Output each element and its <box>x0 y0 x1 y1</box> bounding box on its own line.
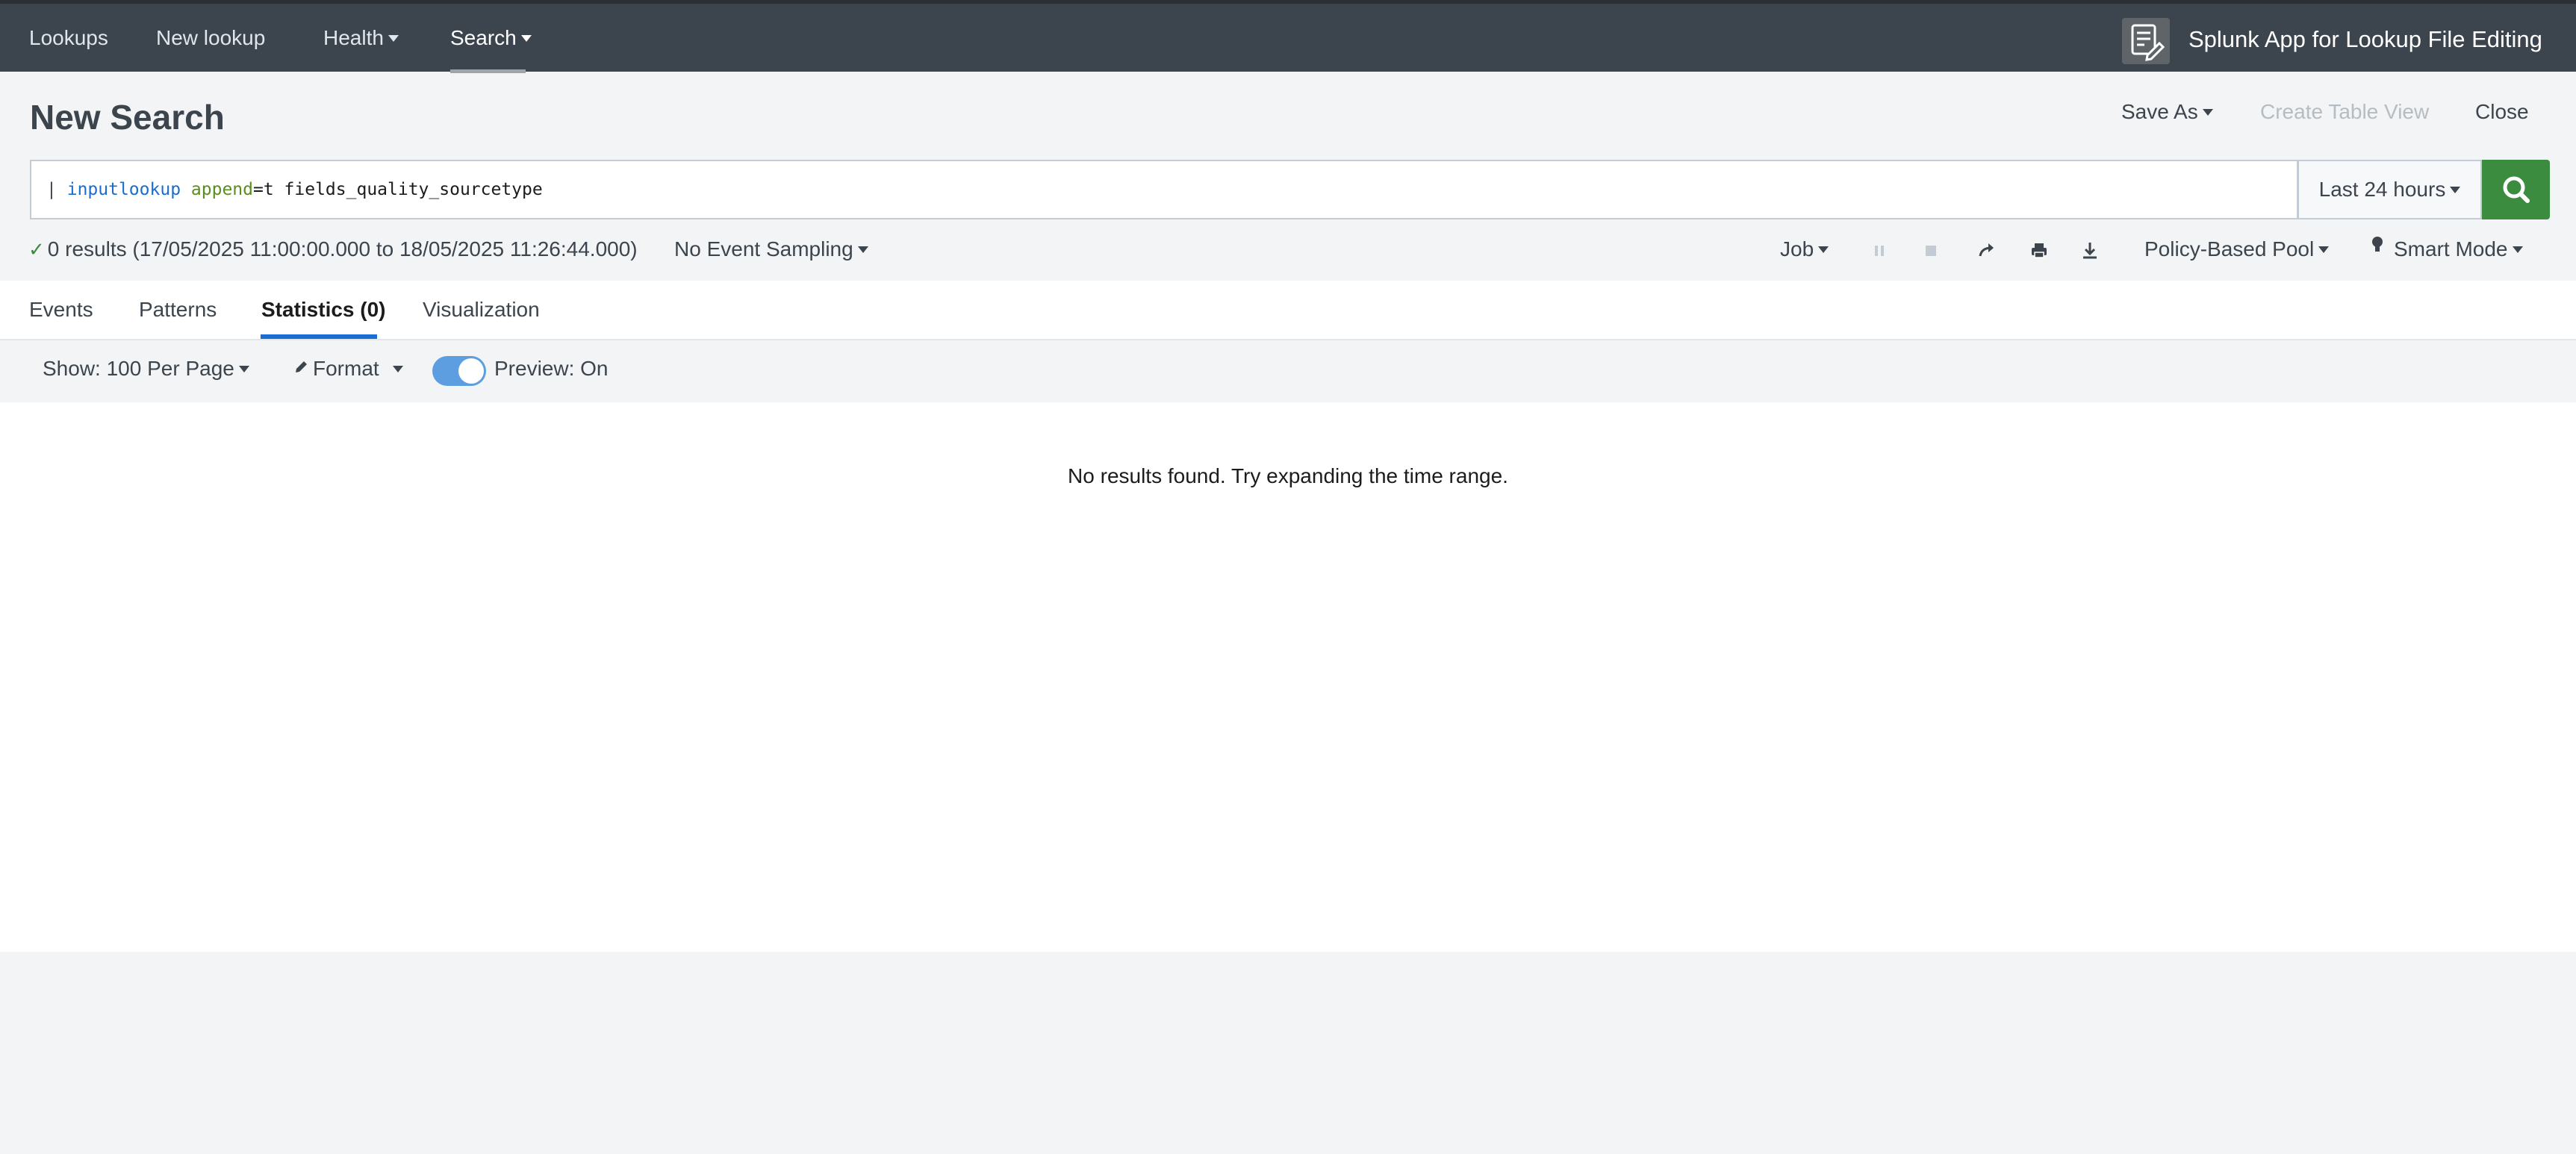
format-menu[interactable]: Format <box>293 357 403 381</box>
chevron-down-icon <box>857 246 868 253</box>
chevron-down-icon <box>392 365 403 372</box>
app-title[interactable]: Splunk App for Lookup File Editing <box>2188 4 2542 75</box>
search-arg-key: append <box>190 180 253 199</box>
save-as-label: Save As <box>2121 100 2198 123</box>
share-icon[interactable] <box>1976 239 1997 265</box>
page-title: New Search <box>30 98 225 137</box>
chevron-down-icon <box>1818 246 1829 253</box>
chevron-down-icon <box>2202 108 2213 116</box>
chevron-down-icon <box>2318 246 2330 253</box>
time-range-label: Last 24 hours <box>2318 178 2446 201</box>
toggle-knob <box>458 358 484 384</box>
search-arg-rest: =t fields_quality_sourcetype <box>253 180 543 199</box>
chevron-down-icon <box>388 34 399 42</box>
lightbulb-icon <box>2371 236 2383 261</box>
pencil-icon <box>293 356 308 380</box>
chevron-down-icon <box>520 34 532 42</box>
nav-item-label: Lookups <box>29 26 108 49</box>
tab-patterns[interactable]: Patterns <box>139 281 217 339</box>
stop-icon[interactable] <box>1922 239 1940 265</box>
format-label: Format <box>313 357 379 380</box>
preview-label: Preview: On <box>494 357 609 380</box>
active-nav-indicator <box>450 69 526 73</box>
mode-label: Smart Mode <box>2394 237 2508 261</box>
per-page-menu[interactable]: Show: 100 Per Page <box>43 357 249 381</box>
nav-item-lookups[interactable]: Lookups <box>29 4 108 72</box>
magnifier-icon <box>2503 176 2530 203</box>
print-icon[interactable] <box>2029 239 2050 265</box>
per-page-label: Show: 100 Per Page <box>43 357 234 380</box>
top-nav-bar: Lookups New lookup Health Search Splunk … <box>0 0 2576 75</box>
create-table-view-button[interactable]: Create Table View <box>2260 100 2429 124</box>
workload-pool-menu[interactable]: Policy-Based Pool <box>2144 237 2330 261</box>
preview-toggle[interactable] <box>432 356 486 386</box>
time-range-picker[interactable]: Last 24 hours <box>2297 160 2482 219</box>
results-summary-text: 0 results (17/05/2025 11:00:00.000 to 18… <box>47 237 638 261</box>
event-sampling-menu[interactable]: No Event Sampling <box>674 237 868 261</box>
job-label: Job <box>1780 237 1814 261</box>
search-button[interactable] <box>2482 160 2550 219</box>
results-summary: ✓ 0 results (17/05/2025 11:00:00.000 to 1… <box>28 237 638 261</box>
tab-visualization[interactable]: Visualization <box>423 281 540 339</box>
search-input[interactable]: | inputlookup append=t fields_quality_so… <box>30 160 2298 219</box>
lookup-editor-icon[interactable] <box>2122 18 2170 64</box>
nav-item-health[interactable]: Health <box>323 4 399 72</box>
check-icon: ✓ <box>28 238 45 261</box>
tab-events[interactable]: Events <box>29 281 93 339</box>
search-mode-menu[interactable]: Smart Mode <box>2371 237 2523 261</box>
pool-label: Policy-Based Pool <box>2144 237 2315 261</box>
empty-results-message: No results found. Try expanding the time… <box>1068 464 1508 487</box>
sampling-label: No Event Sampling <box>674 237 853 261</box>
chevron-down-icon <box>238 365 249 372</box>
nav-item-label: Search <box>450 26 517 49</box>
close-button[interactable]: Close <box>2475 100 2529 124</box>
nav-item-label: New lookup <box>156 26 266 49</box>
search-command: inputlookup <box>66 180 181 199</box>
chevron-down-icon <box>2512 246 2523 253</box>
chevron-down-icon <box>2450 186 2461 193</box>
pause-icon[interactable] <box>1870 239 1888 265</box>
nav-item-search[interactable]: Search <box>450 4 532 72</box>
results-tabs: Events Patterns Statistics (0) Visualiza… <box>0 281 2576 339</box>
search-pipe: | <box>46 180 57 199</box>
save-as-menu[interactable]: Save As <box>2121 100 2213 124</box>
tab-statistics[interactable]: Statistics (0) <box>261 281 386 339</box>
job-menu[interactable]: Job <box>1780 237 1829 261</box>
export-icon[interactable] <box>2079 239 2100 265</box>
nav-item-label: Health <box>323 26 384 49</box>
nav-item-new-lookup[interactable]: New lookup <box>156 4 265 72</box>
